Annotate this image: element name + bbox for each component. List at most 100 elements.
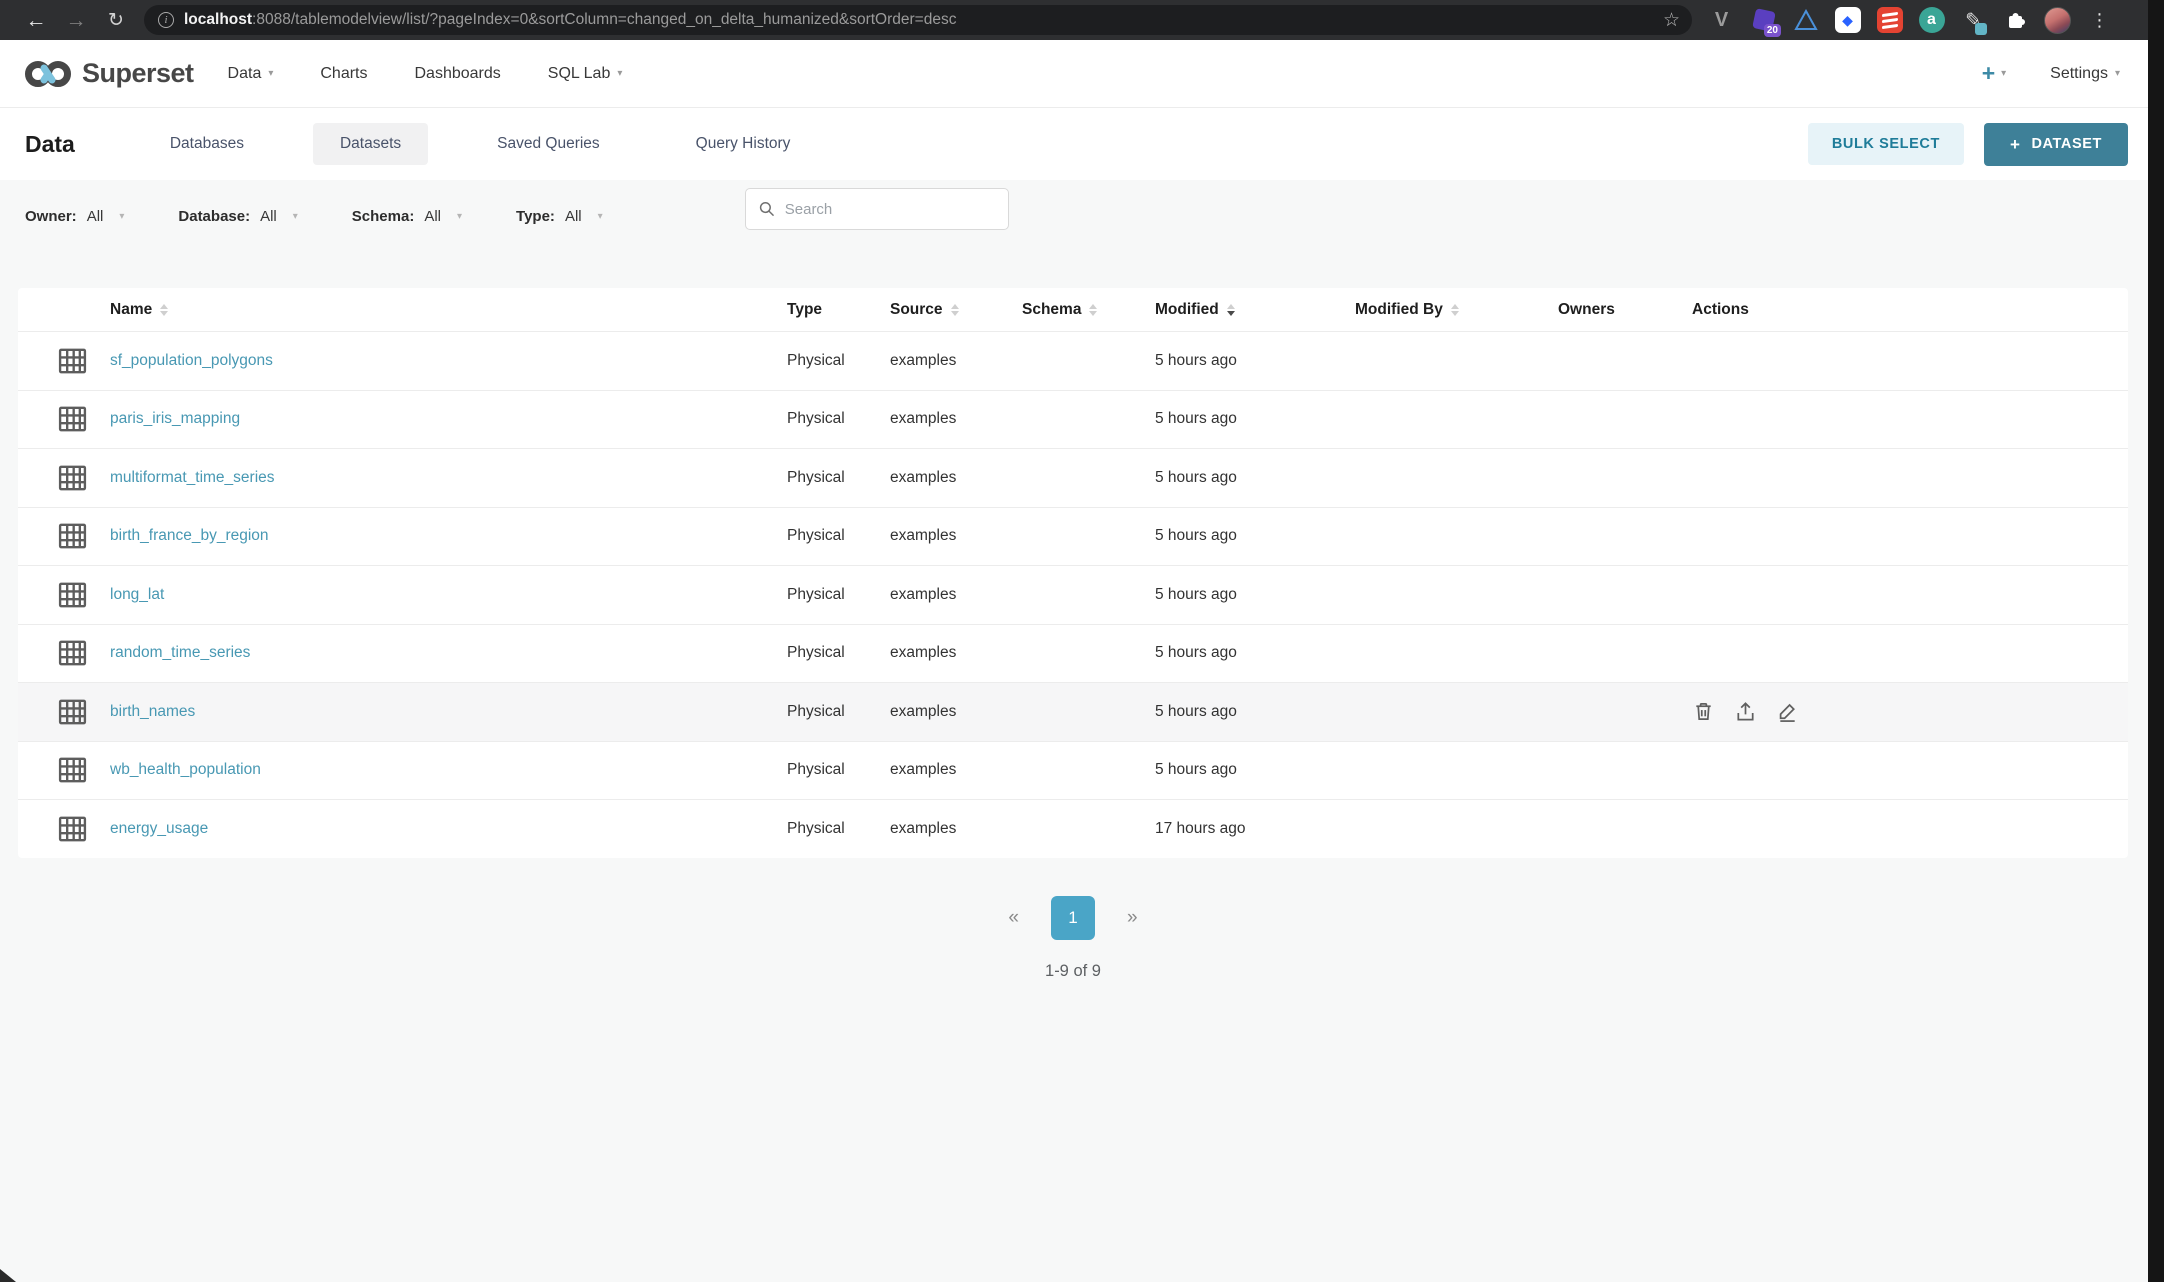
url-path: :8088/tablemodelview/list/?pageIndex=0&s…	[252, 11, 956, 28]
brand-name: Superset	[82, 58, 194, 89]
tab-query-history[interactable]: Query History	[669, 123, 818, 165]
column-label: Type	[787, 301, 822, 319]
sort-icon[interactable]	[1227, 304, 1235, 316]
dataset-type: Physical	[787, 703, 890, 721]
dataset-name-link[interactable]: multiformat_time_series	[110, 469, 275, 486]
url-text: localhost:8088/tablemodelview/list/?page…	[184, 11, 1655, 29]
dataset-grid-icon	[58, 406, 110, 432]
dataset-name-link[interactable]: random_time_series	[110, 644, 250, 661]
export-icon[interactable]	[1734, 700, 1757, 723]
nav-item-data[interactable]: Data ▾	[228, 65, 274, 83]
tab-datasets[interactable]: Datasets	[313, 123, 428, 165]
diamond-extension-icon[interactable]: ◆	[1834, 7, 1861, 34]
browser-reload-icon[interactable]: ↻	[96, 11, 136, 30]
nav-item-dashboards[interactable]: Dashboards	[415, 65, 501, 83]
filter-database[interactable]: Database: All ▾	[178, 208, 297, 225]
settings-menu[interactable]: Settings ▾	[2050, 65, 2120, 83]
dataset-name-link[interactable]: paris_iris_mapping	[110, 410, 240, 427]
profile-avatar[interactable]	[2044, 7, 2071, 34]
delete-icon[interactable]	[1692, 700, 1715, 723]
dataset-modified: 5 hours ago	[1155, 527, 1355, 545]
tab-saved-queries[interactable]: Saved Queries	[470, 123, 627, 165]
dataset-source: examples	[890, 586, 1022, 604]
column-header-owners[interactable]: Owners	[1558, 301, 1692, 319]
nav-item-charts[interactable]: Charts	[320, 65, 367, 83]
table-row: long_lat Physical examples 5 hours ago	[18, 565, 2128, 624]
plus-icon: +	[1982, 62, 1995, 85]
dataset-name-link[interactable]: birth_names	[110, 703, 195, 720]
browser-forward-icon[interactable]: →	[56, 10, 96, 31]
table-row: random_time_series Physical examples 5 h…	[18, 624, 2128, 683]
column-header-actions[interactable]: Actions	[1692, 301, 2128, 319]
dataset-modified: 5 hours ago	[1155, 761, 1355, 779]
dataset-grid-icon	[58, 757, 110, 783]
nav-item-sql-lab[interactable]: SQL Lab ▾	[548, 65, 623, 83]
column-header-source[interactable]: Source	[890, 301, 1022, 319]
dataset-name-link[interactable]: wb_health_population	[110, 761, 261, 778]
todoist-icon[interactable]	[1876, 7, 1903, 34]
table-row: birth_france_by_region Physical examples…	[18, 507, 2128, 566]
dataset-modified: 5 hours ago	[1155, 352, 1355, 370]
browser-menu-icon[interactable]: ⋮	[2086, 7, 2113, 34]
search-input[interactable]	[785, 201, 996, 218]
amazon-extension-icon[interactable]: a	[1918, 7, 1945, 34]
search-icon	[758, 199, 776, 219]
column-header-schema[interactable]: Schema	[1022, 301, 1155, 319]
pagination: « 1 »	[18, 896, 2128, 940]
plus-icon: +	[2010, 136, 2021, 153]
tab-databases[interactable]: Databases	[143, 123, 271, 165]
column-header-modified_by[interactable]: Modified By	[1355, 301, 1558, 319]
chevron-down-icon: ▾	[293, 211, 298, 222]
sort-icon[interactable]	[951, 304, 959, 316]
column-header-type[interactable]: Type	[787, 301, 890, 319]
filter-schema[interactable]: Schema: All ▾	[352, 208, 462, 225]
column-label: Name	[110, 301, 152, 319]
main-nav: Data ▾ Charts Dashboards SQL Lab ▾	[228, 65, 623, 83]
edit-icon[interactable]	[1776, 700, 1799, 723]
bookmark-star-icon[interactable]: ☆	[1663, 9, 1680, 32]
filter-label: Owner:	[25, 208, 77, 225]
filter-owner[interactable]: Owner: All ▾	[25, 208, 124, 225]
column-label: Actions	[1692, 301, 1749, 319]
address-bar[interactable]: i localhost:8088/tablemodelview/list/?pa…	[144, 5, 1692, 35]
purple-extension-icon[interactable]: 20	[1750, 7, 1777, 34]
vue-devtools-icon[interactable]: V	[1708, 7, 1735, 34]
dataset-grid-icon	[58, 348, 110, 374]
dataset-grid-icon	[58, 523, 110, 549]
nav-item-label: Charts	[320, 65, 367, 83]
filter-type[interactable]: Type: All ▾	[516, 208, 603, 225]
extensions-puzzle-icon[interactable]	[2002, 7, 2029, 34]
site-info-icon[interactable]: i	[158, 12, 174, 28]
dataset-name-link[interactable]: energy_usage	[110, 820, 208, 837]
pen-extension-icon[interactable]: ✎	[1960, 7, 1987, 34]
dataset-name-link[interactable]: birth_france_by_region	[110, 527, 269, 544]
dataset-type: Physical	[787, 469, 890, 487]
prev-page-button[interactable]: «	[1002, 907, 1025, 929]
search-box[interactable]	[745, 188, 1009, 230]
dataset-type: Physical	[787, 586, 890, 604]
sort-icon[interactable]	[1451, 304, 1459, 316]
dataset-type: Physical	[787, 644, 890, 662]
filter-value: All	[260, 208, 277, 225]
dataset-modified: 17 hours ago	[1155, 820, 1355, 838]
dataset-type: Physical	[787, 820, 890, 838]
filter-value: All	[424, 208, 441, 225]
dataset-name-link[interactable]: sf_population_polygons	[110, 352, 273, 369]
table-row: energy_usage Physical examples 17 hours …	[18, 799, 2128, 858]
column-header-name[interactable]: Name	[110, 301, 787, 319]
dataset-name-link[interactable]: long_lat	[110, 586, 164, 603]
column-label: Source	[890, 301, 943, 319]
next-page-button[interactable]: »	[1121, 907, 1144, 929]
superset-logo[interactable]: Superset	[24, 58, 194, 90]
chevron-down-icon: ▾	[268, 68, 273, 79]
column-header-modified[interactable]: Modified	[1155, 301, 1355, 319]
sort-icon[interactable]	[1089, 304, 1097, 316]
add-dataset-button[interactable]: + DATASET	[1984, 123, 2128, 166]
bulk-select-button[interactable]: BULK SELECT	[1808, 123, 1964, 165]
sort-icon[interactable]	[160, 304, 168, 316]
new-item-button[interactable]: + ▾	[1982, 62, 2006, 85]
browser-back-icon[interactable]: ←	[16, 10, 56, 31]
dataset-modified: 5 hours ago	[1155, 586, 1355, 604]
page-1-button[interactable]: 1	[1051, 896, 1095, 940]
triangle-extension-icon[interactable]	[1792, 7, 1819, 34]
